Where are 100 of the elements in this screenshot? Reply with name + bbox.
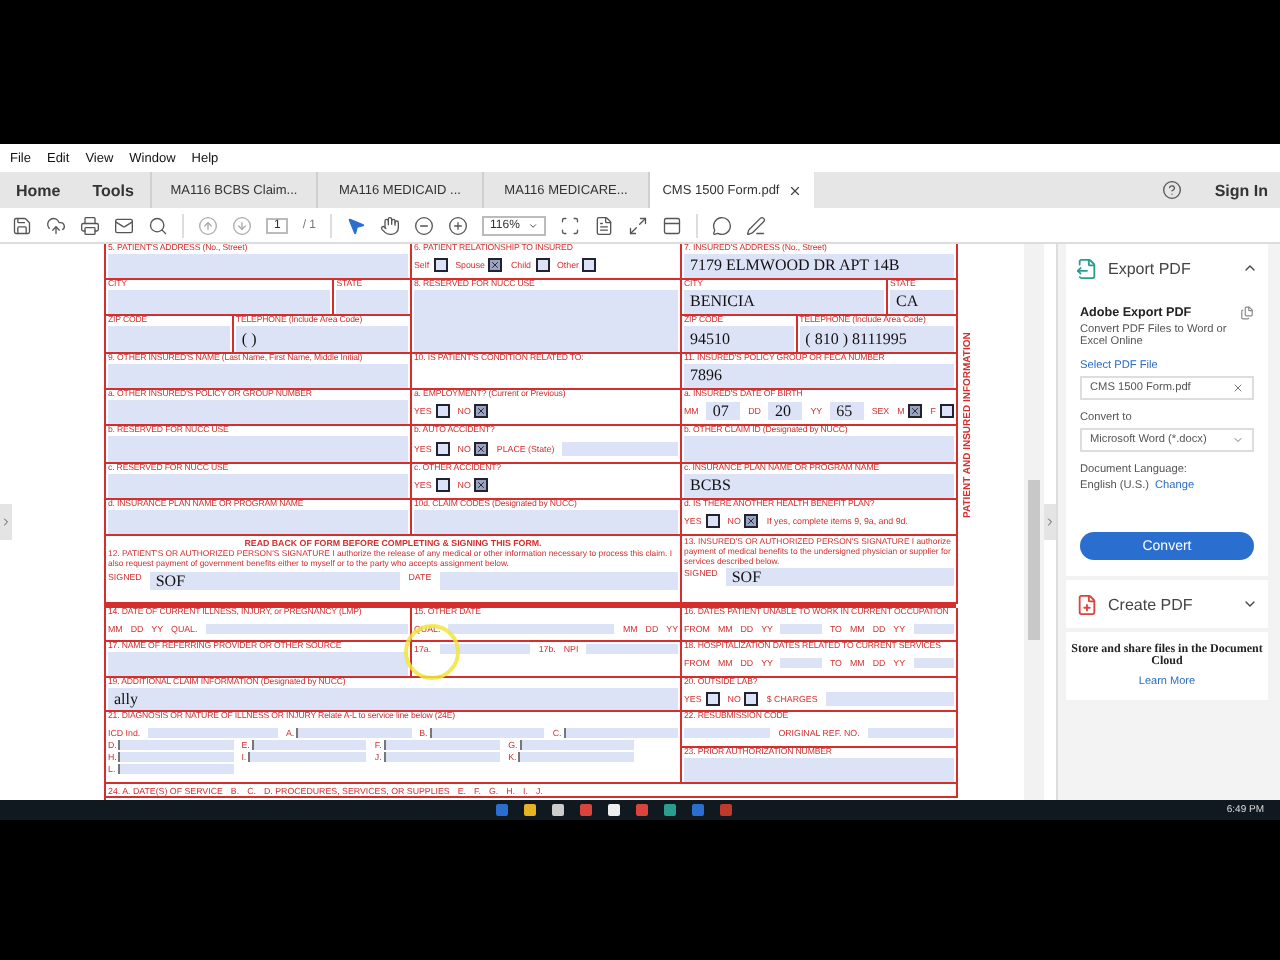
input-field[interactable] xyxy=(563,728,678,739)
pointer-icon[interactable] xyxy=(346,215,367,235)
checkbox[interactable] xyxy=(435,441,450,456)
panel-toggle-icon[interactable] xyxy=(0,504,12,540)
input-field[interactable] xyxy=(148,728,278,739)
panel-title[interactable]: Create PDF xyxy=(1108,595,1193,613)
input-field[interactable] xyxy=(913,623,954,634)
input-field[interactable] xyxy=(251,740,367,751)
input-field[interactable] xyxy=(117,764,234,775)
files-icon[interactable] xyxy=(1240,306,1254,320)
search-icon[interactable] xyxy=(148,215,168,235)
input-field[interactable] xyxy=(118,740,234,751)
input-field[interactable] xyxy=(684,435,954,462)
checkbox[interactable] xyxy=(744,514,759,529)
cloud-upload-icon[interactable] xyxy=(46,215,66,235)
input-field[interactable] xyxy=(867,728,955,739)
input-field[interactable] xyxy=(336,289,408,314)
input-field[interactable] xyxy=(913,658,954,669)
checkbox[interactable] xyxy=(939,404,954,419)
checkbox[interactable] xyxy=(435,478,450,493)
zoom-in-icon[interactable] xyxy=(448,215,469,235)
input-field[interactable] xyxy=(108,399,408,424)
input-field[interactable] xyxy=(518,752,634,763)
input-field[interactable] xyxy=(448,623,615,634)
nav-item[interactable]: Tools xyxy=(76,172,150,208)
checkbox[interactable] xyxy=(433,258,448,273)
sign-in-link[interactable]: Sign In xyxy=(1198,172,1280,208)
checkbox[interactable] xyxy=(705,514,720,529)
close-icon[interactable] xyxy=(787,183,802,197)
checkbox[interactable] xyxy=(535,258,549,273)
input-field[interactable] xyxy=(414,509,678,534)
input-field[interactable] xyxy=(439,571,679,590)
page-icon[interactable] xyxy=(594,215,615,235)
field-value[interactable]: 65 xyxy=(830,402,864,421)
save-icon[interactable] xyxy=(12,215,32,235)
nav-item[interactable]: Home xyxy=(0,172,77,208)
input-field[interactable] xyxy=(205,623,408,634)
input-field[interactable] xyxy=(780,658,822,669)
input-field[interactable] xyxy=(296,728,412,739)
collapse-icon[interactable] xyxy=(1242,260,1258,276)
input-field[interactable] xyxy=(108,509,408,534)
input-field[interactable] xyxy=(519,740,634,751)
taskbar-app-icon[interactable] xyxy=(607,804,620,816)
scrollbar[interactable] xyxy=(1024,244,1044,800)
input-field[interactable] xyxy=(248,752,367,763)
input-field[interactable] xyxy=(684,728,771,739)
caret-icon[interactable] xyxy=(1232,434,1244,446)
input-field[interactable] xyxy=(108,363,408,388)
checkbox[interactable] xyxy=(744,691,759,706)
checkbox[interactable] xyxy=(582,258,597,273)
field-value[interactable]: BCBS xyxy=(684,473,954,498)
pen-icon[interactable] xyxy=(746,215,767,235)
hand-icon[interactable] xyxy=(380,215,401,235)
zoom-out-icon[interactable] xyxy=(414,215,435,235)
field-value[interactable]: 94510 xyxy=(684,325,794,352)
full-screen-icon[interactable] xyxy=(628,215,649,235)
field-value[interactable]: 7896 xyxy=(684,363,954,388)
taskbar-app-icon[interactable] xyxy=(551,804,564,816)
input-field[interactable] xyxy=(586,644,679,654)
field-value[interactable]: 20 xyxy=(768,402,803,421)
checkbox[interactable] xyxy=(474,478,489,493)
scroll-mode-icon[interactable] xyxy=(662,215,683,235)
field-value[interactable]: ( 810 ) 8111995 xyxy=(799,325,954,352)
input-field[interactable] xyxy=(108,651,408,676)
input-field[interactable] xyxy=(383,752,501,763)
expand-icon[interactable] xyxy=(1242,596,1258,612)
comment-icon[interactable] xyxy=(712,215,733,235)
input-field[interactable] xyxy=(118,752,234,763)
field-value[interactable]: ally xyxy=(108,687,678,710)
field-value[interactable]: SOF xyxy=(149,571,401,590)
field-value[interactable]: ( ) xyxy=(235,325,408,352)
help-icon[interactable] xyxy=(1162,180,1183,200)
input-field[interactable] xyxy=(562,441,678,456)
input-field[interactable] xyxy=(108,253,408,278)
checkbox[interactable] xyxy=(705,691,720,706)
input-field[interactable] xyxy=(108,325,230,352)
input-field[interactable] xyxy=(684,757,954,782)
input-field[interactable] xyxy=(429,728,545,739)
print-icon[interactable] xyxy=(80,215,100,235)
input-field[interactable] xyxy=(414,289,678,352)
checkbox[interactable] xyxy=(908,404,923,419)
next-page-icon[interactable] xyxy=(232,215,252,235)
field-value[interactable]: 07 xyxy=(706,402,741,421)
field-value[interactable]: SOF xyxy=(725,568,954,587)
panel-toggle-icon[interactable] xyxy=(1044,504,1056,540)
checkbox[interactable] xyxy=(474,404,489,419)
fit-page-icon[interactable] xyxy=(560,215,581,235)
input-field[interactable] xyxy=(439,644,531,654)
input-field[interactable] xyxy=(108,435,408,462)
panel-title[interactable]: Export PDF xyxy=(1108,259,1191,277)
input-field[interactable] xyxy=(383,740,501,751)
mail-icon[interactable] xyxy=(114,215,134,235)
caret-icon[interactable] xyxy=(527,219,539,231)
input-field[interactable] xyxy=(825,691,954,706)
checkbox[interactable] xyxy=(488,258,503,273)
field-value[interactable]: CA xyxy=(890,289,954,314)
clear-icon[interactable] xyxy=(1232,382,1244,394)
checkbox[interactable] xyxy=(474,441,489,456)
field-value[interactable]: 7179 ELMWOOD DR APT 14B xyxy=(684,253,954,278)
input-field[interactable] xyxy=(108,289,331,314)
